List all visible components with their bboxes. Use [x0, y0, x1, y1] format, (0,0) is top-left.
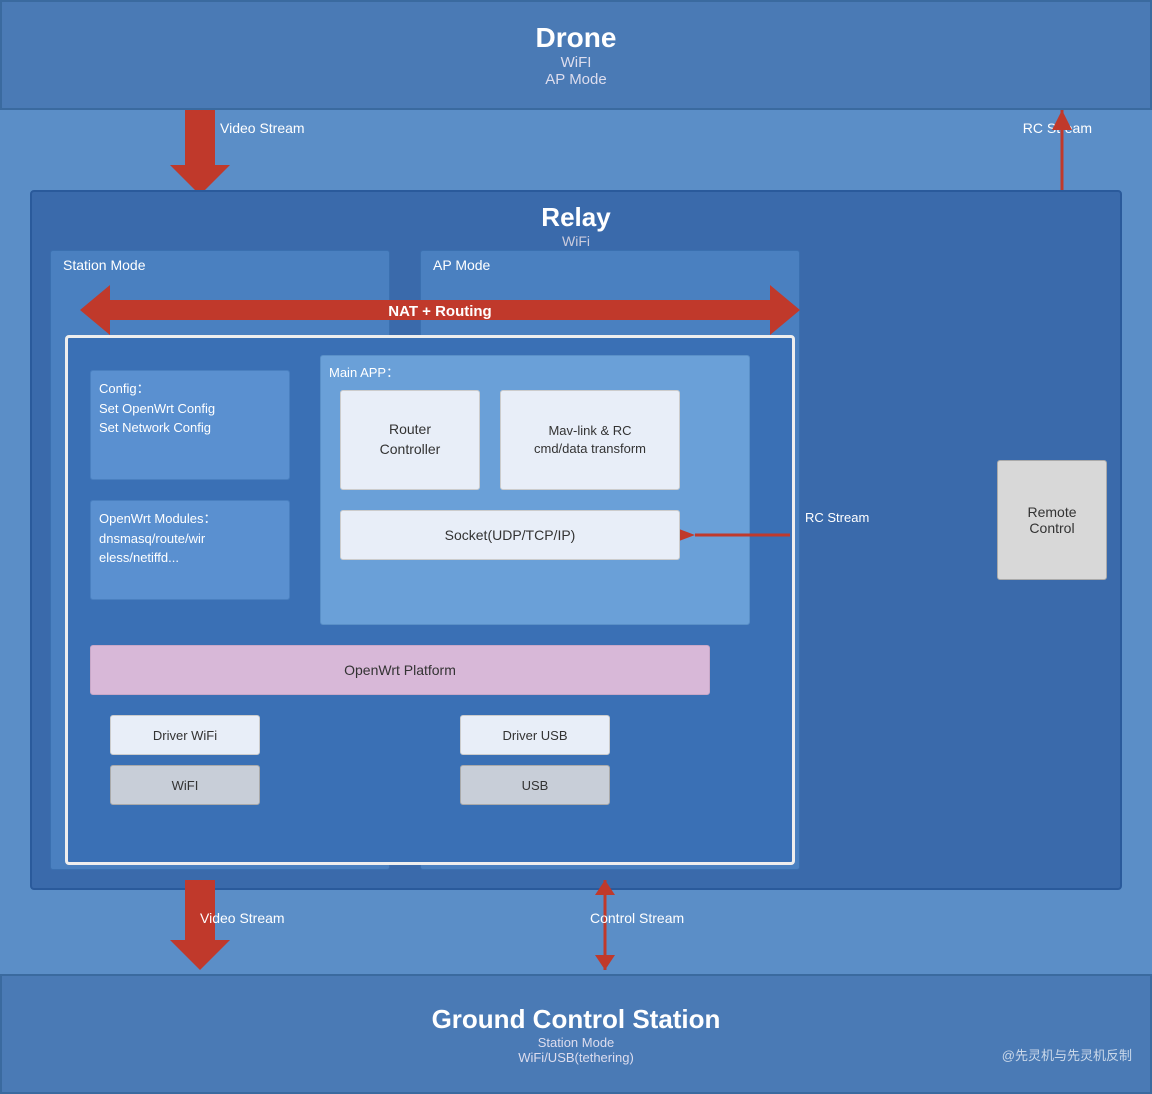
config-line2: Set Network Config: [99, 420, 211, 435]
usb-hardware-label: USB: [522, 778, 549, 793]
driver-usb-label: Driver USB: [502, 728, 567, 743]
openwrt-modules-label: OpenWrt Modules：: [99, 511, 217, 526]
gcs-block: Ground Control Station Station Mode WiFi…: [0, 974, 1152, 1094]
usb-hardware-box: USB: [460, 765, 610, 805]
main-app-label: Main APP：: [321, 356, 749, 387]
wifi-hardware-label: WiFI: [172, 778, 199, 793]
openwrt-modules-line1: dnsmasq/route/wir: [99, 531, 205, 546]
driver-usb-box: Driver USB: [460, 715, 610, 755]
drone-title: Drone: [536, 22, 617, 54]
drone-apmode: AP Mode: [545, 71, 606, 88]
router-controller-text: Router Controller: [380, 420, 441, 459]
video-stream-top-label: Video Stream: [220, 120, 305, 136]
watermark: @先灵机与先灵机反制: [1002, 1045, 1132, 1064]
openwrt-platform-box: OpenWrt Platform: [90, 645, 710, 695]
openwrt-modules-line2: eless/netiffd...: [99, 550, 179, 565]
station-mode-label: Station Mode: [51, 251, 389, 279]
watermark-text: @先灵机与先灵机反制: [1002, 1048, 1132, 1063]
mavlink-box: Mav-link & RC cmd/data transform: [500, 390, 680, 490]
video-stream-down-arrow: [170, 110, 230, 195]
gcs-subtitle2: WiFi/USB(tethering): [518, 1050, 634, 1065]
nat-routing-arrow: NAT + Routing: [80, 280, 800, 340]
video-stream-bottom-label: Video Stream: [200, 910, 285, 926]
drone-wifi: WiFI: [561, 54, 592, 71]
mavlink-line2: cmd/data transform: [534, 441, 646, 456]
rc-stream-middle-arrow: [690, 525, 790, 545]
config-box: Config： Set OpenWrt Config Set Network C…: [90, 370, 290, 480]
remote-control-text: Remote Control: [1027, 504, 1076, 536]
config-text: Config： Set OpenWrt Config Set Network C…: [99, 379, 281, 438]
driver-wifi-label: Driver WiFi: [153, 728, 217, 743]
drone-block: Drone WiFI AP Mode: [0, 0, 1152, 110]
router-line2: Controller: [380, 441, 441, 457]
mavlink-line1: Mav-link & RC: [548, 423, 631, 438]
remote-control-box: Remote Control: [997, 460, 1107, 580]
socket-box: Socket(UDP/TCP/IP): [340, 510, 680, 560]
ap-mode-label: AP Mode: [421, 251, 799, 279]
control-stream-bottom-label: Control Stream: [590, 910, 684, 926]
openwrt-modules-box: OpenWrt Modules： dnsmasq/route/wir eless…: [90, 500, 290, 600]
relay-subtitle: WiFi: [32, 233, 1120, 249]
gcs-title: Ground Control Station: [432, 1004, 721, 1035]
router-controller-box: Router Controller: [340, 390, 480, 490]
wifi-hardware-box: WiFI: [110, 765, 260, 805]
remote-line1: Remote: [1027, 504, 1076, 520]
relay-header: Relay WiFi: [32, 192, 1120, 249]
driver-wifi-box: Driver WiFi: [110, 715, 260, 755]
router-line1: Router: [389, 421, 431, 437]
relay-title: Relay: [32, 202, 1120, 233]
diagram-container: Drone WiFI AP Mode Video Stream RC Strea…: [0, 0, 1152, 1094]
remote-line2: Control: [1029, 520, 1074, 536]
config-label: Config：: [99, 381, 150, 396]
rc-stream-middle-label: RC Stream: [805, 510, 869, 525]
svg-text:NAT + Routing: NAT + Routing: [388, 303, 491, 320]
mavlink-text: Mav-link & RC cmd/data transform: [534, 422, 646, 458]
gcs-subtitle1: Station Mode: [538, 1035, 615, 1050]
config-line1: Set OpenWrt Config: [99, 401, 215, 416]
openwrt-platform-text: OpenWrt Platform: [344, 662, 456, 678]
socket-text: Socket(UDP/TCP/IP): [445, 527, 576, 543]
openwrt-modules-text: OpenWrt Modules： dnsmasq/route/wir eless…: [99, 509, 281, 568]
